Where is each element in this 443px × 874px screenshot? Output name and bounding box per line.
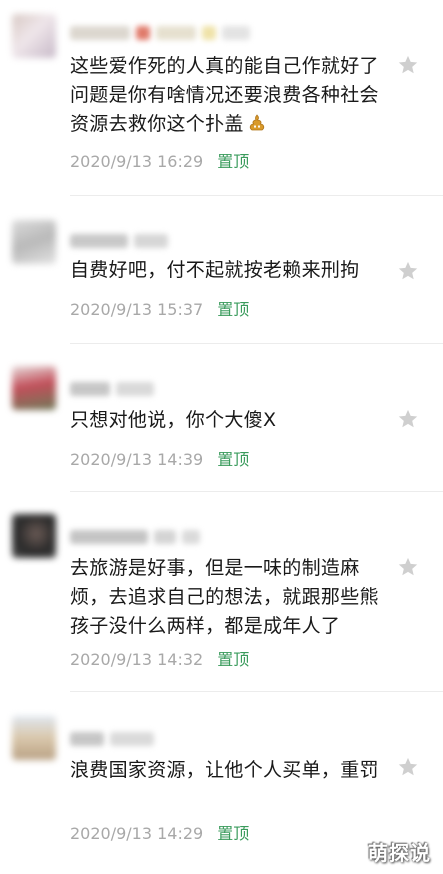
pin-button[interactable]: 置顶 bbox=[217, 300, 249, 319]
comment-time: 2020/9/13 14:39 bbox=[70, 450, 204, 469]
star-icon[interactable] bbox=[397, 260, 419, 282]
comment-text: 这些爱作死的人真的能自己作就好了 问题是你有啥情况还要浪费各种社会资源去救你这个… bbox=[70, 52, 388, 139]
avatar[interactable] bbox=[12, 220, 56, 264]
comment-time: 2020/9/13 14:32 bbox=[70, 650, 204, 669]
comment-time: 2020/9/13 14:29 bbox=[70, 824, 204, 843]
avatar[interactable] bbox=[12, 514, 56, 558]
pin-button[interactable]: 置顶 bbox=[217, 824, 249, 843]
comment-text-content: 去旅游是好事，但是一味的制造麻烦，去追求自己的想法，就跟那些熊孩子没什么两样，都… bbox=[70, 557, 379, 637]
star-icon[interactable] bbox=[397, 556, 419, 578]
comment-meta: 2020/9/13 16:29 置顶 bbox=[70, 148, 249, 172]
nickname-blurred[interactable] bbox=[70, 230, 168, 252]
nickname-blurred[interactable] bbox=[70, 378, 154, 400]
comment-text: 只想对他说，你个大傻X bbox=[70, 406, 388, 435]
nickname-blurred[interactable] bbox=[70, 22, 250, 44]
comment-text: 去旅游是好事，但是一味的制造麻烦，去追求自己的想法，就跟那些熊孩子没什么两样，都… bbox=[70, 554, 388, 641]
comment-text-content: 浪费国家资源，让他个人买单，重罚 bbox=[70, 759, 379, 781]
comment-time: 2020/9/13 16:29 bbox=[70, 152, 204, 171]
comment-meta: 2020/9/13 14:29 置顶 bbox=[70, 820, 249, 844]
comment-text: 浪费国家资源，让他个人买单，重罚 bbox=[70, 756, 388, 785]
comment-meta: 2020/9/13 14:39 置顶 bbox=[70, 446, 249, 470]
comment-item: 去旅游是好事，但是一味的制造麻烦，去追求自己的想法，就跟那些熊孩子没什么两样，都… bbox=[0, 492, 443, 692]
comment-meta: 2020/9/13 14:32 置顶 bbox=[70, 646, 249, 670]
comment-text-content: 只想对他说，你个大傻X bbox=[70, 409, 277, 431]
star-icon[interactable] bbox=[397, 756, 419, 778]
pin-button[interactable]: 置顶 bbox=[217, 450, 249, 469]
nickname-blurred[interactable] bbox=[70, 526, 200, 548]
comment-text-content: 自费好吧，付不起就按老赖来刑拘 bbox=[70, 259, 360, 281]
comment-time: 2020/9/13 15:37 bbox=[70, 300, 204, 319]
watermark: 萌探说 bbox=[368, 841, 431, 865]
star-icon[interactable] bbox=[397, 54, 419, 76]
star-icon[interactable] bbox=[397, 408, 419, 430]
comment-item: 只想对他说，你个大傻X 2020/9/13 14:39 置顶 bbox=[0, 344, 443, 492]
nickname-blurred[interactable] bbox=[70, 728, 154, 750]
comment-item: 自费好吧，付不起就按老赖来刑拘 2020/9/13 15:37 置顶 bbox=[0, 196, 443, 344]
avatar[interactable] bbox=[12, 366, 56, 410]
comment-text: 自费好吧，付不起就按老赖来刑拘 bbox=[70, 256, 388, 285]
pin-button[interactable]: 置顶 bbox=[217, 650, 249, 669]
avatar[interactable] bbox=[12, 14, 56, 58]
comment-item: 这些爱作死的人真的能自己作就好了 问题是你有啥情况还要浪费各种社会资源去救你这个… bbox=[0, 0, 443, 196]
poop-icon bbox=[249, 114, 264, 131]
avatar[interactable] bbox=[12, 716, 56, 760]
comment-meta: 2020/9/13 15:37 置顶 bbox=[70, 296, 249, 320]
pin-button[interactable]: 置顶 bbox=[217, 152, 249, 171]
comment-text-content: 这些爱作死的人真的能自己作就好了 问题是你有啥情况还要浪费各种社会资源去救你这个… bbox=[70, 55, 379, 135]
